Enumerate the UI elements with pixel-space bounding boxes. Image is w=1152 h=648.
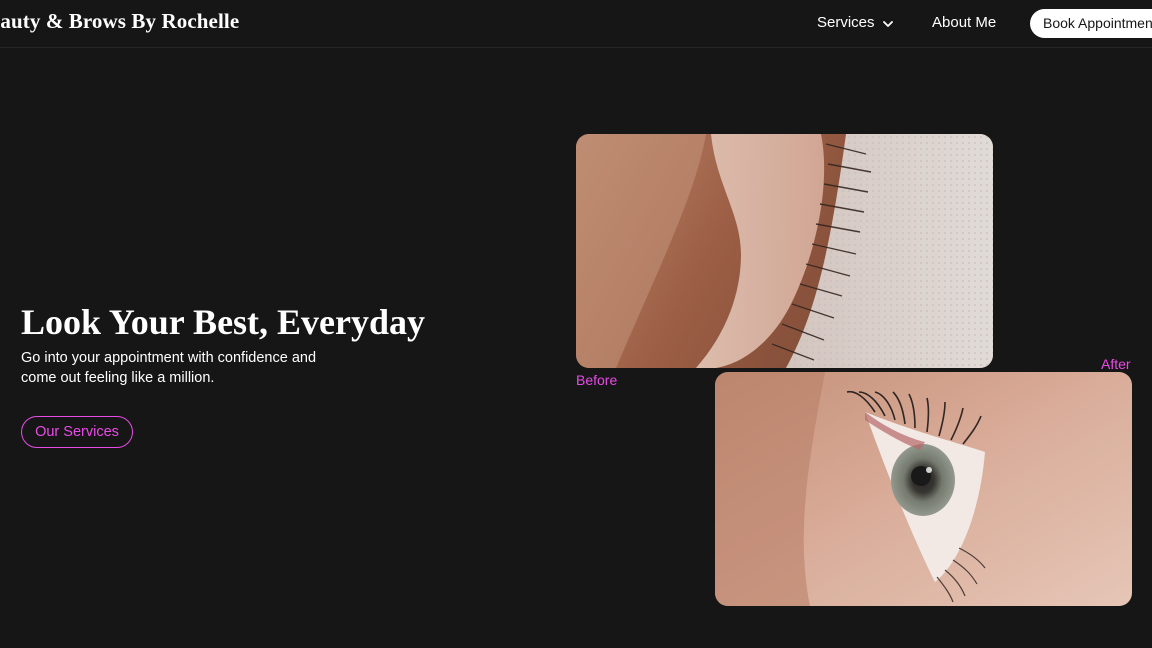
- hero-subtitle: Go into your appointment with confidence…: [21, 350, 317, 386]
- hero-title: Look Your Best, Everyday: [21, 302, 426, 342]
- before-label: Before: [576, 372, 618, 388]
- site-brand[interactable]: eauty & Brows By Rochelle: [0, 9, 239, 34]
- our-services-button[interactable]: Our Services: [21, 416, 133, 448]
- after-photo: [715, 372, 1132, 606]
- book-appointment-button[interactable]: Book Appointment: [1030, 9, 1152, 38]
- before-photo: [576, 134, 993, 368]
- site-header: eauty & Brows By Rochelle Services About…: [0, 0, 1152, 48]
- chevron-down-icon: [882, 17, 894, 29]
- nav-services-label: Services: [817, 14, 875, 31]
- nav-about-link[interactable]: About Me: [932, 14, 996, 31]
- nav-services-menu[interactable]: Services: [817, 14, 894, 31]
- after-label: After: [1101, 356, 1131, 372]
